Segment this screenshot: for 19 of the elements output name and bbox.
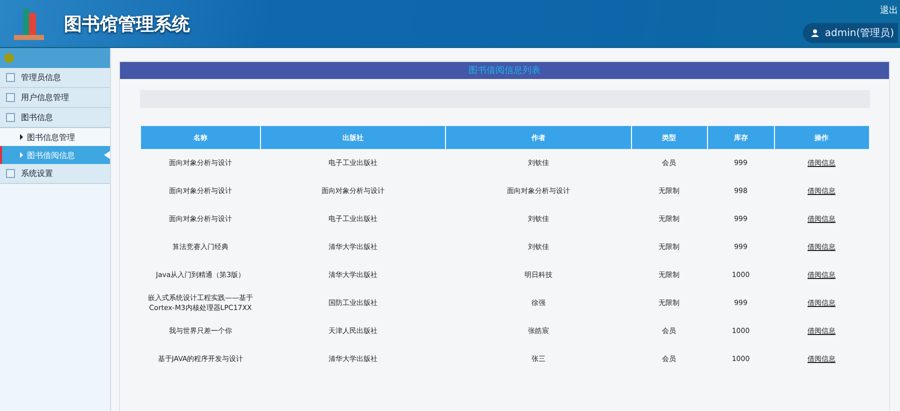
logout-link[interactable]: 退出 — [880, 4, 898, 17]
list-icon — [6, 113, 15, 122]
sidebar-item[interactable]: 系统设置 — [0, 164, 110, 184]
sidebar-subitem[interactable]: 图书信息管理 — [0, 128, 110, 146]
sidebar-item[interactable]: 图书信息 — [0, 108, 110, 128]
sidebar-item[interactable]: 用户信息管理 — [0, 88, 110, 108]
user-badge[interactable]: admin(管理员) — [802, 23, 898, 43]
list-icon — [6, 73, 15, 82]
user-name: admin(管理员) — [824, 27, 894, 40]
list-icon — [6, 169, 15, 178]
user-icon — [810, 29, 819, 37]
list-icon — [6, 93, 15, 102]
app-title: 图书馆管理系统 — [64, 12, 190, 36]
caret-icon — [20, 152, 23, 158]
collapse-icon[interactable] — [4, 53, 14, 63]
books-icon — [14, 8, 44, 40]
sidebar-item[interactable]: 管理员信息 — [0, 68, 110, 88]
panel-title: 图书借阅信息列表 — [468, 64, 540, 77]
caret-icon — [20, 134, 23, 140]
